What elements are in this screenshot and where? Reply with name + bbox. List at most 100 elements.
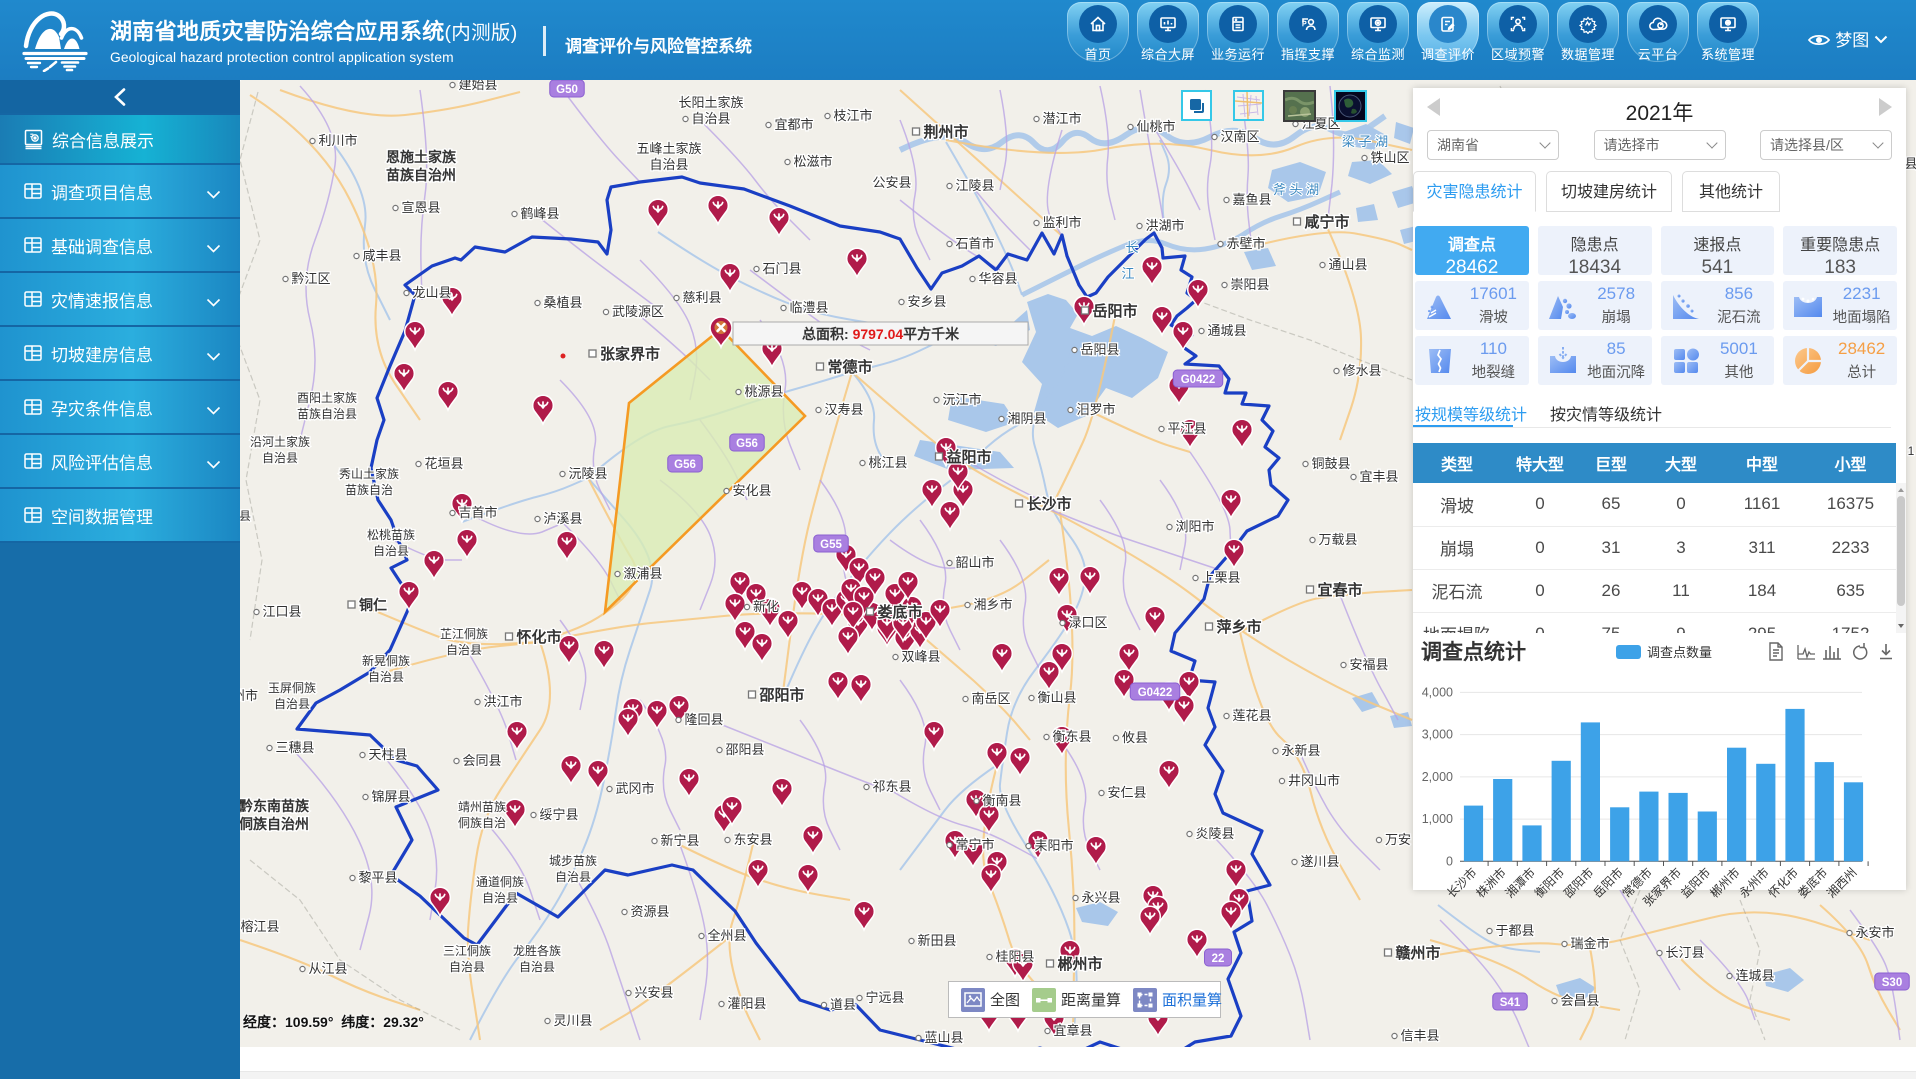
svg-text:总面积: 9797.04平方千米: 总面积: 9797.04平方千米 xyxy=(802,326,960,342)
svg-text:G0422: G0422 xyxy=(1138,687,1173,699)
svg-text:井冈山市: 井冈山市 xyxy=(1288,773,1340,788)
svg-text:枝江市: 枝江市 xyxy=(833,108,872,123)
svg-text:会同县: 会同县 xyxy=(462,753,501,768)
svg-text:怀化市: 怀化市 xyxy=(516,628,561,646)
svg-text:S30: S30 xyxy=(1882,977,1902,989)
svg-text:邵阳县: 邵阳县 xyxy=(725,742,764,757)
svg-text:侗族自治: 侗族自治 xyxy=(458,816,506,830)
svg-text:衡东县: 衡东县 xyxy=(1052,729,1091,744)
svg-text:赤壁市: 赤壁市 xyxy=(1226,236,1265,251)
svg-text:通道侗族: 通道侗族 xyxy=(476,875,524,889)
svg-text:长沙市: 长沙市 xyxy=(1026,495,1071,513)
svg-text:祁东县: 祁东县 xyxy=(872,779,911,794)
svg-text:道县: 道县 xyxy=(830,997,856,1012)
svg-text:新晃侗族: 新晃侗族 xyxy=(362,653,410,668)
svg-text:邵阳市: 邵阳市 xyxy=(758,686,804,704)
svg-text:新化: 新化 xyxy=(753,599,779,614)
svg-text:鹤峰县: 鹤峰县 xyxy=(520,206,559,221)
svg-text:南岳区: 南岳区 xyxy=(971,691,1010,706)
svg-text:泸溪县: 泸溪县 xyxy=(543,511,582,526)
svg-text:县: 县 xyxy=(1904,156,1916,171)
svg-text:自治县: 自治县 xyxy=(519,960,555,974)
svg-text:仙桃市: 仙桃市 xyxy=(1136,119,1175,134)
svg-text:灌阳县: 灌阳县 xyxy=(727,996,766,1011)
svg-text:利川市: 利川市 xyxy=(318,133,357,148)
svg-text:岳阳县: 岳阳县 xyxy=(1080,342,1119,357)
svg-text:自治县: 自治县 xyxy=(649,157,688,172)
svg-text:4,000: 4,000 xyxy=(1422,687,1453,699)
svg-text:上栗县: 上栗县 xyxy=(1201,570,1240,585)
svg-text:郴州市: 郴州市 xyxy=(1057,955,1102,973)
svg-text:通城县: 通城县 xyxy=(1207,323,1246,338)
svg-text:赣州市: 赣州市 xyxy=(1395,944,1440,962)
svg-text:沅江市: 沅江市 xyxy=(942,392,981,407)
svg-text:长沙市: 长沙市 xyxy=(1444,865,1480,901)
svg-text:安福县: 安福县 xyxy=(1349,657,1388,672)
svg-text:灵川县: 灵川县 xyxy=(553,1013,592,1028)
svg-text:自治县: 自治县 xyxy=(691,111,730,126)
svg-text:沿河土家族: 沿河土家族 xyxy=(250,434,310,449)
svg-text:咸丰县: 咸丰县 xyxy=(362,248,401,263)
svg-text:黎平县: 黎平县 xyxy=(358,870,397,885)
svg-text:松桃苗族: 松桃苗族 xyxy=(367,527,415,542)
svg-text:石门县: 石门县 xyxy=(762,261,801,276)
svg-text:自治县: 自治县 xyxy=(555,870,591,884)
svg-text:崇阳县: 崇阳县 xyxy=(1230,277,1269,292)
svg-text:苗族自治县: 苗族自治县 xyxy=(297,407,357,421)
svg-text:公安县: 公安县 xyxy=(872,175,911,190)
svg-text:安仁县: 安仁县 xyxy=(1107,785,1146,800)
svg-text:芷江侗族: 芷江侗族 xyxy=(440,627,488,641)
svg-text:自治县: 自治县 xyxy=(373,544,409,558)
svg-text:通山县: 通山县 xyxy=(1328,257,1367,272)
svg-text:耒阳市: 耒阳市 xyxy=(1034,838,1073,853)
svg-text:龙山县: 龙山县 xyxy=(412,285,451,300)
svg-text:永州市: 永州市 xyxy=(1736,865,1772,901)
svg-text:岳阳市: 岳阳市 xyxy=(1590,865,1626,901)
svg-text:苗族自治: 苗族自治 xyxy=(345,483,393,497)
svg-text:益阳市: 益阳市 xyxy=(1677,865,1713,901)
svg-text:溆浦县: 溆浦县 xyxy=(623,566,662,581)
svg-text:三穗县: 三穗县 xyxy=(275,740,314,755)
svg-text:嘉鱼县: 嘉鱼县 xyxy=(1232,192,1271,207)
svg-text:邵阳市: 邵阳市 xyxy=(1560,865,1596,901)
svg-text:侗族自治州: 侗族自治州 xyxy=(240,816,309,832)
svg-text:宜春市: 宜春市 xyxy=(1317,581,1362,599)
svg-text:2,000: 2,000 xyxy=(1422,770,1453,784)
svg-text:自治县: 自治县 xyxy=(482,891,518,905)
svg-text:衡南县: 衡南县 xyxy=(982,793,1021,808)
svg-text:1: 1 xyxy=(1908,444,1915,458)
svg-text:自治县: 自治县 xyxy=(274,697,310,711)
svg-text:武冈市: 武冈市 xyxy=(615,781,654,796)
svg-text:隆回县: 隆回县 xyxy=(684,712,723,727)
svg-text:永兴县: 永兴县 xyxy=(1081,890,1120,905)
svg-text:宜都市: 宜都市 xyxy=(774,117,813,132)
svg-text:五峰土家族: 五峰土家族 xyxy=(636,141,701,156)
svg-text:22: 22 xyxy=(1212,953,1225,965)
svg-text:咸宁市: 咸宁市 xyxy=(1304,213,1349,231)
svg-text:秀山土家族: 秀山土家族 xyxy=(339,466,399,481)
svg-text:3,000: 3,000 xyxy=(1422,728,1453,742)
svg-text:江陵县: 江陵县 xyxy=(955,178,994,193)
svg-text:P: P xyxy=(1302,21,1307,28)
svg-text:汉寿县: 汉寿县 xyxy=(824,402,863,417)
svg-text:张家界市: 张家界市 xyxy=(600,345,660,363)
svg-text:G56: G56 xyxy=(674,459,696,471)
svg-text:苗族自治州: 苗族自治州 xyxy=(386,167,456,183)
svg-text:长汀县: 长汀县 xyxy=(1665,945,1704,960)
svg-text:常德市: 常德市 xyxy=(827,358,872,376)
svg-text:宁远县: 宁远县 xyxy=(865,990,904,1005)
svg-text:城步苗族: 城步苗族 xyxy=(549,854,597,868)
svg-text:黔江区: 黔江区 xyxy=(291,271,330,286)
svg-text:渌口区: 渌口区 xyxy=(1068,615,1107,630)
svg-text:铜鼓县: 铜鼓县 xyxy=(1311,456,1350,471)
svg-text:三江侗族: 三江侗族 xyxy=(443,944,491,958)
svg-text:遂川县: 遂川县 xyxy=(1300,854,1339,869)
svg-text:慈利县: 慈利县 xyxy=(682,290,721,305)
svg-text:于都县: 于都县 xyxy=(1495,923,1534,938)
svg-text:信丰县: 信丰县 xyxy=(1400,1028,1439,1043)
svg-text:万载县: 万载县 xyxy=(1318,532,1357,547)
svg-text:从江县: 从江县 xyxy=(308,961,347,976)
svg-text:炎陵县: 炎陵县 xyxy=(1195,826,1234,841)
svg-text:G0422: G0422 xyxy=(1181,374,1216,386)
svg-text:瑞金市: 瑞金市 xyxy=(1570,936,1609,951)
